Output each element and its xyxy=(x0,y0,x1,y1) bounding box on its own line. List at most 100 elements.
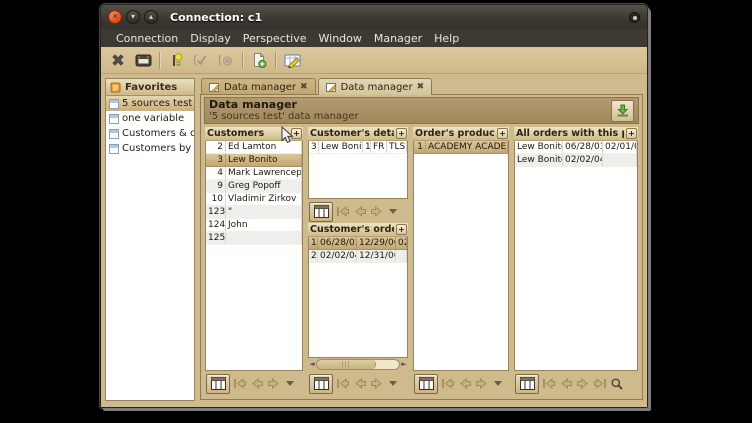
previous-record-icon[interactable] xyxy=(458,377,472,390)
table-cell: 06/28/03 xyxy=(563,141,603,153)
new-document-icon[interactable] xyxy=(250,51,268,69)
grid-view-button[interactable] xyxy=(309,374,333,394)
panel-menu-button[interactable]: + xyxy=(396,224,407,235)
disconnect-icon[interactable] xyxy=(109,51,127,69)
table-cell: 02/01/04 xyxy=(603,141,637,153)
panel-menu-button[interactable]: + xyxy=(291,128,302,139)
scrollbar-thumb[interactable]: ||| xyxy=(317,360,376,369)
orders-horizontal-scrollbar[interactable]: ◄ ||| ► xyxy=(308,358,408,371)
table-cell: Greg Popoff xyxy=(226,180,302,192)
grid-view-button[interactable] xyxy=(414,374,438,394)
table-row[interactable]: Lew Bonito02/02/04 xyxy=(515,154,637,167)
panel-menu-button[interactable]: + xyxy=(396,128,407,139)
titlebar[interactable]: ✕ ▾ ▴ Connection: c1 xyxy=(101,5,647,29)
table-row[interactable]: 9Greg Popoff xyxy=(206,180,302,193)
data-manager-view: Data manager '5 sources test' data manag… xyxy=(200,94,643,400)
minimize-window-button[interactable]: ▾ xyxy=(126,10,140,24)
commit-check-icon[interactable] xyxy=(192,51,210,69)
panel-customer-details: Customer's details + 3Lew Bonito1FRTLS xyxy=(308,127,408,395)
customer-orders-grid[interactable]: 106/28/0312/29/0602/0202/02/0412/31/06 xyxy=(308,237,408,358)
sql-lamp-icon[interactable] xyxy=(167,51,185,69)
table-row[interactable]: 2Ed Lamton xyxy=(206,141,302,154)
scroll-left-icon[interactable]: ◄ xyxy=(309,361,315,368)
next-record-icon[interactable] xyxy=(267,377,281,390)
menu-connection[interactable]: Connection xyxy=(110,32,184,45)
scroll-right-icon[interactable]: ► xyxy=(401,361,407,368)
sidebar-item-customers-orders[interactable]: Customers & order xyxy=(106,126,194,141)
table-row[interactable]: Lew Bonito06/28/0302/01/04 xyxy=(515,141,637,154)
all-orders-record-toolbar xyxy=(514,371,638,395)
menu-window[interactable]: Window xyxy=(313,32,368,45)
order-products-grid[interactable]: 1ACADEMY ACADEMY xyxy=(413,141,509,371)
customer-details-grid[interactable]: 3Lew Bonito1FRTLS xyxy=(308,141,408,199)
table-cell: 1 xyxy=(414,141,426,153)
first-record-icon[interactable] xyxy=(336,377,350,390)
menu-perspective[interactable]: Perspective xyxy=(237,32,313,45)
search-icon[interactable] xyxy=(610,377,624,391)
table-cell: 06/28/03 xyxy=(318,237,357,249)
previous-record-icon[interactable] xyxy=(353,205,367,218)
table-row[interactable]: 4Mark Lawrencep xyxy=(206,167,302,180)
table-row[interactable]: 202/02/0412/31/06 xyxy=(309,250,407,263)
details-record-toolbar xyxy=(308,199,408,223)
panel-menu-button[interactable]: + xyxy=(626,128,637,139)
table-row[interactable]: 10Vladimir Zirkov xyxy=(206,193,302,206)
sidebar-item-customers-by-name[interactable]: Customers by nam xyxy=(106,141,194,156)
sidebar-item-5-sources-test[interactable]: 5 sources test xyxy=(106,96,194,111)
previous-record-icon[interactable] xyxy=(559,377,573,390)
last-record-icon[interactable] xyxy=(593,377,607,390)
table-cell: 4 xyxy=(206,167,226,179)
tab-close-icon[interactable]: ✖ xyxy=(417,83,425,92)
record-actions-dropdown-icon[interactable] xyxy=(494,381,502,386)
sidebar-item-label: 5 sources test xyxy=(122,98,192,109)
first-record-icon[interactable] xyxy=(542,377,556,390)
main-toolbar xyxy=(101,47,647,74)
maximize-window-button[interactable]: ▴ xyxy=(144,10,158,24)
toolbar-separator xyxy=(275,52,276,69)
record-actions-dropdown-icon[interactable] xyxy=(286,381,294,386)
record-actions-dropdown-icon[interactable] xyxy=(389,209,397,214)
edit-table-icon[interactable] xyxy=(283,51,301,69)
menu-display[interactable]: Display xyxy=(184,32,237,45)
table-row[interactable]: 106/28/0312/29/0602/0 xyxy=(309,237,407,250)
tab-data-manager-1[interactable]: Data manager ✖ xyxy=(201,78,316,95)
customers-grid[interactable]: 2Ed Lamton3Lew Bonito4Mark Lawrencep9Gre… xyxy=(205,141,303,371)
export-button[interactable] xyxy=(611,100,634,122)
previous-record-icon[interactable] xyxy=(250,377,264,390)
next-record-icon[interactable] xyxy=(370,377,384,390)
table-row[interactable]: 125 xyxy=(206,232,302,245)
sidebar-item-one-variable[interactable]: one variable xyxy=(106,111,194,126)
table-row[interactable]: 1ACADEMY ACADEMY xyxy=(414,141,508,154)
menu-manager[interactable]: Manager xyxy=(368,32,428,45)
table-row[interactable]: 3Lew Bonito1FRTLS xyxy=(309,141,407,154)
scrollbar-track[interactable]: ||| xyxy=(316,359,400,370)
first-record-icon[interactable] xyxy=(233,377,247,390)
window-properties-icon[interactable] xyxy=(134,51,152,69)
sidebar-item-label: one variable xyxy=(122,113,184,124)
tab-data-manager-2[interactable]: Data manager ✖ xyxy=(318,78,433,95)
first-record-icon[interactable] xyxy=(336,205,350,218)
first-record-icon[interactable] xyxy=(441,377,455,390)
menu-help[interactable]: Help xyxy=(428,32,465,45)
panel-title: Order's products xyxy=(415,128,495,139)
table-row[interactable]: 3Lew Bonito xyxy=(206,154,302,167)
grid-view-button[interactable] xyxy=(206,374,230,394)
table-row[interactable]: 123" xyxy=(206,206,302,219)
grid-view-button[interactable] xyxy=(515,374,539,394)
grid-view-button[interactable] xyxy=(309,202,333,222)
record-actions-dropdown-icon[interactable] xyxy=(389,381,397,386)
table-row[interactable]: 124John xyxy=(206,219,302,232)
close-window-button[interactable]: ✕ xyxy=(108,10,122,24)
window-menu-icon[interactable] xyxy=(629,12,640,23)
next-record-icon[interactable] xyxy=(576,377,590,390)
panel-menu-button[interactable]: + xyxy=(497,128,508,139)
previous-record-icon[interactable] xyxy=(353,377,367,390)
panel-orders-header: Customer's orders + xyxy=(308,223,408,237)
rollback-cancel-icon[interactable] xyxy=(217,51,235,69)
table-cell: Lew Bonito xyxy=(319,141,363,153)
next-record-icon[interactable] xyxy=(475,377,489,390)
next-record-icon[interactable] xyxy=(370,205,384,218)
table-cell: TLS xyxy=(387,141,407,153)
all-orders-grid[interactable]: Lew Bonito06/28/0302/01/04Lew Bonito02/0… xyxy=(514,141,638,371)
tab-close-icon[interactable]: ✖ xyxy=(300,83,308,92)
